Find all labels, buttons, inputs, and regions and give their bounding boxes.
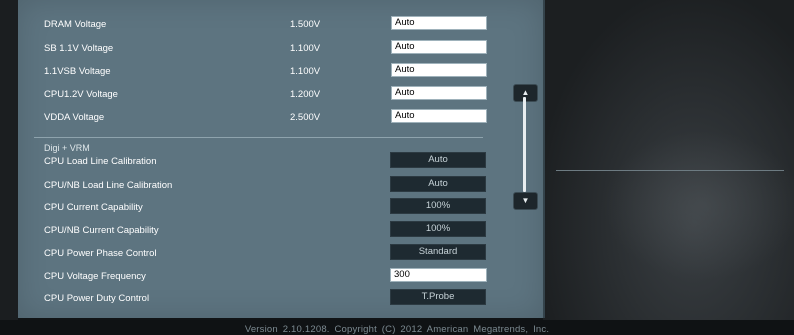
setting-label: DRAM Voltage xyxy=(44,19,107,30)
setting-row-cpu-current-capability[interactable]: CPU Current Capability 100% xyxy=(18,198,543,219)
setting-dropdown[interactable]: 100% xyxy=(390,221,486,237)
setting-label: CPU Power Phase Control xyxy=(44,248,157,259)
settings-panel: DRAM Voltage 1.500V Auto SB 1.1V Voltage… xyxy=(18,0,545,318)
setting-label: SB 1.1V Voltage xyxy=(44,43,114,54)
setting-label: CPU Voltage Frequency xyxy=(44,271,146,282)
setting-row-cpu-voltage-frequency[interactable]: CPU Voltage Frequency 300 xyxy=(18,268,543,288)
setting-row-cpu-power-phase[interactable]: CPU Power Phase Control Standard xyxy=(18,244,543,265)
setting-row-dram-voltage[interactable]: DRAM Voltage 1.500V Auto xyxy=(18,16,543,36)
setting-row-cpu-power-duty[interactable]: CPU Power Duty Control T.Probe xyxy=(18,289,543,310)
setting-dropdown[interactable]: Standard xyxy=(390,244,486,260)
setting-dropdown[interactable]: T.Probe xyxy=(390,289,486,305)
setting-label: VDDA Voltage xyxy=(44,112,105,123)
triangle-up-icon: ▲ xyxy=(521,88,530,97)
setting-row-1-1vsb-voltage[interactable]: 1.1VSB Voltage 1.100V Auto xyxy=(18,63,543,83)
triangle-down-icon: ▼ xyxy=(521,196,530,205)
setting-label: CPU/NB Load Line Calibration xyxy=(44,180,173,191)
setting-label: CPU Power Duty Control xyxy=(44,293,150,304)
setting-label: CPU1.2V Voltage xyxy=(44,89,118,100)
setting-row-cpu-llc[interactable]: CPU Load Line Calibration Auto xyxy=(18,152,543,173)
setting-current-value: 2.500V xyxy=(290,112,321,123)
setting-input[interactable]: Auto xyxy=(391,86,487,100)
setting-row-cpunb-current-capability[interactable]: CPU/NB Current Capability 100% xyxy=(18,221,543,242)
setting-dropdown[interactable]: Auto xyxy=(390,152,486,168)
left-edge xyxy=(0,0,18,320)
setting-input[interactable]: Auto xyxy=(391,16,487,30)
setting-row-cpu1-2v-voltage[interactable]: CPU1.2V Voltage 1.200V Auto xyxy=(18,86,543,106)
section-title: Digi + VRM xyxy=(44,143,90,153)
help-divider xyxy=(556,170,784,171)
scroll-down-button[interactable]: ▼ xyxy=(513,192,538,210)
setting-row-cpunb-llc[interactable]: CPU/NB Load Line Calibration Auto xyxy=(18,176,543,197)
setting-current-value: 1.500V xyxy=(290,19,321,30)
section-divider xyxy=(34,137,483,138)
setting-label: CPU/NB Current Capability xyxy=(44,225,159,236)
setting-label: CPU Current Capability xyxy=(44,202,143,213)
scrollbar-track[interactable] xyxy=(523,97,526,192)
setting-label: CPU Load Line Calibration xyxy=(44,156,157,167)
setting-current-value: 1.200V xyxy=(290,89,321,100)
setting-current-value: 1.100V xyxy=(290,43,321,54)
copyright-text: Version 2.10.1208. Copyright (C) 2012 Am… xyxy=(244,324,550,335)
setting-current-value: 1.100V xyxy=(290,66,321,77)
setting-input[interactable]: Auto xyxy=(391,63,487,77)
setting-label: 1.1VSB Voltage xyxy=(44,66,111,77)
setting-row-vdda-voltage[interactable]: VDDA Voltage 2.500V Auto xyxy=(18,109,543,129)
setting-dropdown[interactable]: Auto xyxy=(390,176,486,192)
setting-input[interactable]: 300 xyxy=(390,268,487,282)
setting-input[interactable]: Auto xyxy=(391,109,487,123)
help-panel-background xyxy=(543,0,794,320)
setting-row-sb-voltage[interactable]: SB 1.1V Voltage 1.100V Auto xyxy=(18,40,543,60)
setting-dropdown[interactable]: 100% xyxy=(390,198,486,214)
setting-input[interactable]: Auto xyxy=(391,40,487,54)
